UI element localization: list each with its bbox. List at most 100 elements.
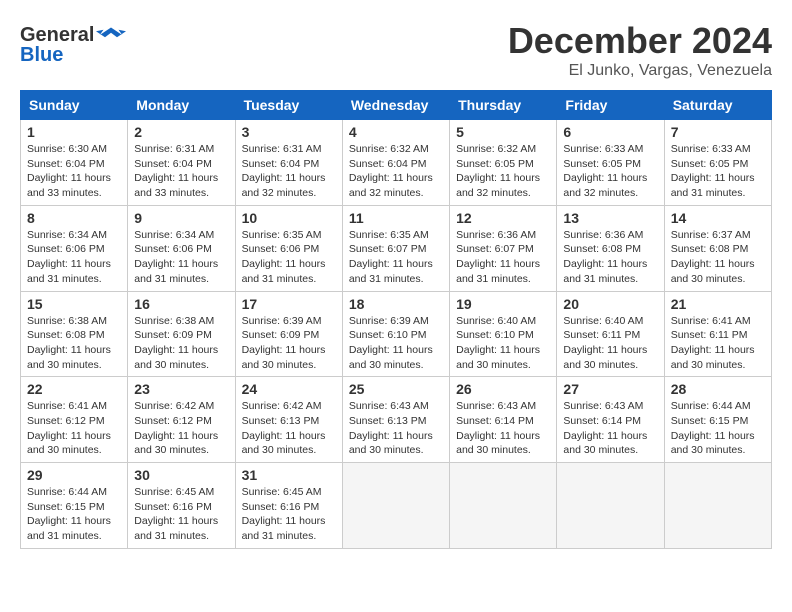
day-info: Sunrise: 6:39 AM Sunset: 6:10 PM Dayligh… xyxy=(349,314,443,373)
day-number: 8 xyxy=(27,210,121,226)
day-cell: 18 Sunrise: 6:39 AM Sunset: 6:10 PM Dayl… xyxy=(342,291,449,377)
title-block: December 2024 El Junko, Vargas, Venezuel… xyxy=(508,20,772,80)
day-info: Sunrise: 6:33 AM Sunset: 6:05 PM Dayligh… xyxy=(671,142,765,201)
week-row-5: 29 Sunrise: 6:44 AM Sunset: 6:15 PM Dayl… xyxy=(21,463,772,549)
day-number: 17 xyxy=(242,296,336,312)
day-cell: 29 Sunrise: 6:44 AM Sunset: 6:15 PM Dayl… xyxy=(21,463,128,549)
logo: General Blue xyxy=(20,20,126,67)
location-text: El Junko, Vargas, Venezuela xyxy=(508,62,772,80)
day-info: Sunrise: 6:44 AM Sunset: 6:15 PM Dayligh… xyxy=(27,485,121,544)
week-row-3: 15 Sunrise: 6:38 AM Sunset: 6:08 PM Dayl… xyxy=(21,291,772,377)
day-number: 4 xyxy=(349,124,443,140)
day-info: Sunrise: 6:31 AM Sunset: 6:04 PM Dayligh… xyxy=(134,142,228,201)
day-info: Sunrise: 6:41 AM Sunset: 6:11 PM Dayligh… xyxy=(671,314,765,373)
day-cell: 24 Sunrise: 6:42 AM Sunset: 6:13 PM Dayl… xyxy=(235,377,342,463)
day-cell: 4 Sunrise: 6:32 AM Sunset: 6:04 PM Dayli… xyxy=(342,120,449,206)
day-info: Sunrise: 6:43 AM Sunset: 6:14 PM Dayligh… xyxy=(456,399,550,458)
day-cell: 15 Sunrise: 6:38 AM Sunset: 6:08 PM Dayl… xyxy=(21,291,128,377)
day-info: Sunrise: 6:34 AM Sunset: 6:06 PM Dayligh… xyxy=(134,228,228,287)
day-info: Sunrise: 6:45 AM Sunset: 6:16 PM Dayligh… xyxy=(242,485,336,544)
day-number: 5 xyxy=(456,124,550,140)
day-number: 22 xyxy=(27,381,121,397)
week-row-4: 22 Sunrise: 6:41 AM Sunset: 6:12 PM Dayl… xyxy=(21,377,772,463)
day-cell xyxy=(664,463,771,549)
day-info: Sunrise: 6:42 AM Sunset: 6:12 PM Dayligh… xyxy=(134,399,228,458)
day-cell: 25 Sunrise: 6:43 AM Sunset: 6:13 PM Dayl… xyxy=(342,377,449,463)
weekday-header-wednesday: Wednesday xyxy=(342,91,449,120)
day-info: Sunrise: 6:40 AM Sunset: 6:10 PM Dayligh… xyxy=(456,314,550,373)
page-header: General Blue December 2024 El Junko, Var… xyxy=(20,20,772,80)
day-info: Sunrise: 6:34 AM Sunset: 6:06 PM Dayligh… xyxy=(27,228,121,287)
day-number: 9 xyxy=(134,210,228,226)
day-info: Sunrise: 6:43 AM Sunset: 6:14 PM Dayligh… xyxy=(563,399,657,458)
day-cell: 19 Sunrise: 6:40 AM Sunset: 6:10 PM Dayl… xyxy=(450,291,557,377)
day-cell: 22 Sunrise: 6:41 AM Sunset: 6:12 PM Dayl… xyxy=(21,377,128,463)
day-info: Sunrise: 6:38 AM Sunset: 6:09 PM Dayligh… xyxy=(134,314,228,373)
day-cell: 6 Sunrise: 6:33 AM Sunset: 6:05 PM Dayli… xyxy=(557,120,664,206)
day-info: Sunrise: 6:36 AM Sunset: 6:07 PM Dayligh… xyxy=(456,228,550,287)
day-cell: 21 Sunrise: 6:41 AM Sunset: 6:11 PM Dayl… xyxy=(664,291,771,377)
day-number: 6 xyxy=(563,124,657,140)
day-cell: 3 Sunrise: 6:31 AM Sunset: 6:04 PM Dayli… xyxy=(235,120,342,206)
day-number: 3 xyxy=(242,124,336,140)
day-number: 21 xyxy=(671,296,765,312)
day-number: 12 xyxy=(456,210,550,226)
day-number: 20 xyxy=(563,296,657,312)
day-cell: 5 Sunrise: 6:32 AM Sunset: 6:05 PM Dayli… xyxy=(450,120,557,206)
day-number: 18 xyxy=(349,296,443,312)
day-info: Sunrise: 6:36 AM Sunset: 6:08 PM Dayligh… xyxy=(563,228,657,287)
week-row-2: 8 Sunrise: 6:34 AM Sunset: 6:06 PM Dayli… xyxy=(21,205,772,291)
day-cell: 30 Sunrise: 6:45 AM Sunset: 6:16 PM Dayl… xyxy=(128,463,235,549)
day-number: 13 xyxy=(563,210,657,226)
day-cell: 23 Sunrise: 6:42 AM Sunset: 6:12 PM Dayl… xyxy=(128,377,235,463)
day-info: Sunrise: 6:35 AM Sunset: 6:06 PM Dayligh… xyxy=(242,228,336,287)
day-info: Sunrise: 6:32 AM Sunset: 6:05 PM Dayligh… xyxy=(456,142,550,201)
day-cell: 16 Sunrise: 6:38 AM Sunset: 6:09 PM Dayl… xyxy=(128,291,235,377)
weekday-header-monday: Monday xyxy=(128,91,235,120)
day-info: Sunrise: 6:45 AM Sunset: 6:16 PM Dayligh… xyxy=(134,485,228,544)
day-info: Sunrise: 6:43 AM Sunset: 6:13 PM Dayligh… xyxy=(349,399,443,458)
day-number: 2 xyxy=(134,124,228,140)
day-cell: 10 Sunrise: 6:35 AM Sunset: 6:06 PM Dayl… xyxy=(235,205,342,291)
day-cell: 28 Sunrise: 6:44 AM Sunset: 6:15 PM Dayl… xyxy=(664,377,771,463)
day-number: 28 xyxy=(671,381,765,397)
weekday-header-friday: Friday xyxy=(557,91,664,120)
day-number: 10 xyxy=(242,210,336,226)
day-info: Sunrise: 6:42 AM Sunset: 6:13 PM Dayligh… xyxy=(242,399,336,458)
week-row-1: 1 Sunrise: 6:30 AM Sunset: 6:04 PM Dayli… xyxy=(21,120,772,206)
day-info: Sunrise: 6:38 AM Sunset: 6:08 PM Dayligh… xyxy=(27,314,121,373)
weekday-header-saturday: Saturday xyxy=(664,91,771,120)
calendar-table: SundayMondayTuesdayWednesdayThursdayFrid… xyxy=(20,90,772,549)
day-info: Sunrise: 6:44 AM Sunset: 6:15 PM Dayligh… xyxy=(671,399,765,458)
day-info: Sunrise: 6:32 AM Sunset: 6:04 PM Dayligh… xyxy=(349,142,443,201)
weekday-header-tuesday: Tuesday xyxy=(235,91,342,120)
day-number: 29 xyxy=(27,467,121,483)
weekday-header-thursday: Thursday xyxy=(450,91,557,120)
day-cell: 31 Sunrise: 6:45 AM Sunset: 6:16 PM Dayl… xyxy=(235,463,342,549)
day-info: Sunrise: 6:37 AM Sunset: 6:08 PM Dayligh… xyxy=(671,228,765,287)
day-cell: 8 Sunrise: 6:34 AM Sunset: 6:06 PM Dayli… xyxy=(21,205,128,291)
day-cell: 20 Sunrise: 6:40 AM Sunset: 6:11 PM Dayl… xyxy=(557,291,664,377)
day-number: 26 xyxy=(456,381,550,397)
day-number: 15 xyxy=(27,296,121,312)
logo-bird-icon xyxy=(96,20,126,50)
day-number: 7 xyxy=(671,124,765,140)
day-number: 31 xyxy=(242,467,336,483)
day-info: Sunrise: 6:30 AM Sunset: 6:04 PM Dayligh… xyxy=(27,142,121,201)
day-cell xyxy=(557,463,664,549)
day-cell: 1 Sunrise: 6:30 AM Sunset: 6:04 PM Dayli… xyxy=(21,120,128,206)
day-number: 11 xyxy=(349,210,443,226)
day-number: 16 xyxy=(134,296,228,312)
day-info: Sunrise: 6:33 AM Sunset: 6:05 PM Dayligh… xyxy=(563,142,657,201)
day-cell: 17 Sunrise: 6:39 AM Sunset: 6:09 PM Dayl… xyxy=(235,291,342,377)
logo-blue-text: Blue xyxy=(20,44,63,67)
day-cell: 12 Sunrise: 6:36 AM Sunset: 6:07 PM Dayl… xyxy=(450,205,557,291)
day-cell: 13 Sunrise: 6:36 AM Sunset: 6:08 PM Dayl… xyxy=(557,205,664,291)
day-number: 23 xyxy=(134,381,228,397)
weekday-header-row: SundayMondayTuesdayWednesdayThursdayFrid… xyxy=(21,91,772,120)
day-number: 1 xyxy=(27,124,121,140)
day-number: 25 xyxy=(349,381,443,397)
day-cell: 9 Sunrise: 6:34 AM Sunset: 6:06 PM Dayli… xyxy=(128,205,235,291)
day-cell: 14 Sunrise: 6:37 AM Sunset: 6:08 PM Dayl… xyxy=(664,205,771,291)
day-info: Sunrise: 6:31 AM Sunset: 6:04 PM Dayligh… xyxy=(242,142,336,201)
